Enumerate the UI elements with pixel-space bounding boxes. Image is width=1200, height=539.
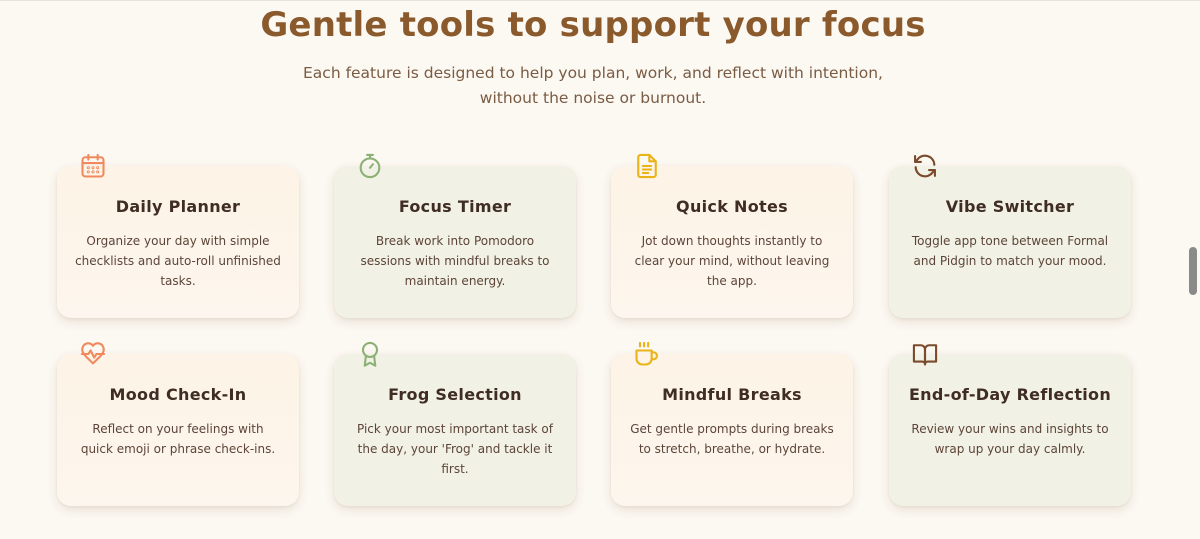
refresh-icon [911,152,939,180]
feature-title: Focus Timer [398,197,512,216]
feature-card-mindful-breaks: Mindful Breaks Get gentle prompts during… [611,341,853,506]
feature-card-vibe-switcher: Vibe Switcher Toggle app tone between Fo… [889,154,1131,318]
feature-title: Daily Planner [115,197,241,216]
note-icon [633,152,661,180]
feature-title: Quick Notes [676,197,788,216]
feature-card-mood-check-in: Mood Check-In Reflect on your feelings w… [57,342,299,506]
feature-description: Jot down thoughts instantly to clear you… [634,234,830,288]
feature-title: End-of-Day Reflection [908,385,1112,404]
feature-card-focus-timer: Focus Timer Break work into Pomodoro ses… [334,153,576,318]
subtitle-line-2: without the noise or burnout. [479,89,707,107]
feature-card-quick-notes: Quick Notes Jot down thoughts instantly … [611,153,853,318]
feature-description: Get gentle prompts during breaks to stre… [630,422,834,456]
feature-title: Mindful Breaks [662,385,802,404]
coffee-icon [633,340,661,368]
features-section: Gentle tools to support your focus Each … [0,1,1186,539]
feature-description: Toggle app tone between Formal and Pidgi… [911,234,1109,268]
feature-title: Vibe Switcher [945,197,1075,216]
feature-title: Frog Selection [388,385,522,404]
feature-description: Pick your most important task of the day… [356,422,553,476]
section-subtitle: Each feature is designed to help you pla… [0,61,1186,111]
feature-description: Review your wins and insights to wrap up… [911,422,1109,456]
feature-description: Reflect on your feelings with quick emoj… [80,422,276,456]
section-title: Gentle tools to support your focus [260,5,926,45]
feature-description: Organize your day with simple checklists… [75,234,281,288]
page-scrollbar[interactable] [1186,1,1200,539]
scrollbar-thumb[interactable] [1189,247,1197,295]
stopwatch-icon [356,152,384,180]
feature-card-daily-planner: Daily Planner Organize your day with sim… [57,153,299,318]
heart-pulse-icon [79,340,107,368]
subtitle-line-1: Each feature is designed to help you pla… [303,64,883,82]
award-icon [356,340,384,368]
feature-description: Break work into Pomodoro sessions with m… [360,234,550,288]
feature-card-end-of-day-reflection: End-of-Day Reflection Review your wins a… [889,344,1131,506]
feature-title: Mood Check-In [109,385,247,404]
book-icon [911,340,939,368]
calendar-icon [79,152,107,180]
feature-card-frog-selection: Frog Selection Pick your most important … [334,341,576,506]
